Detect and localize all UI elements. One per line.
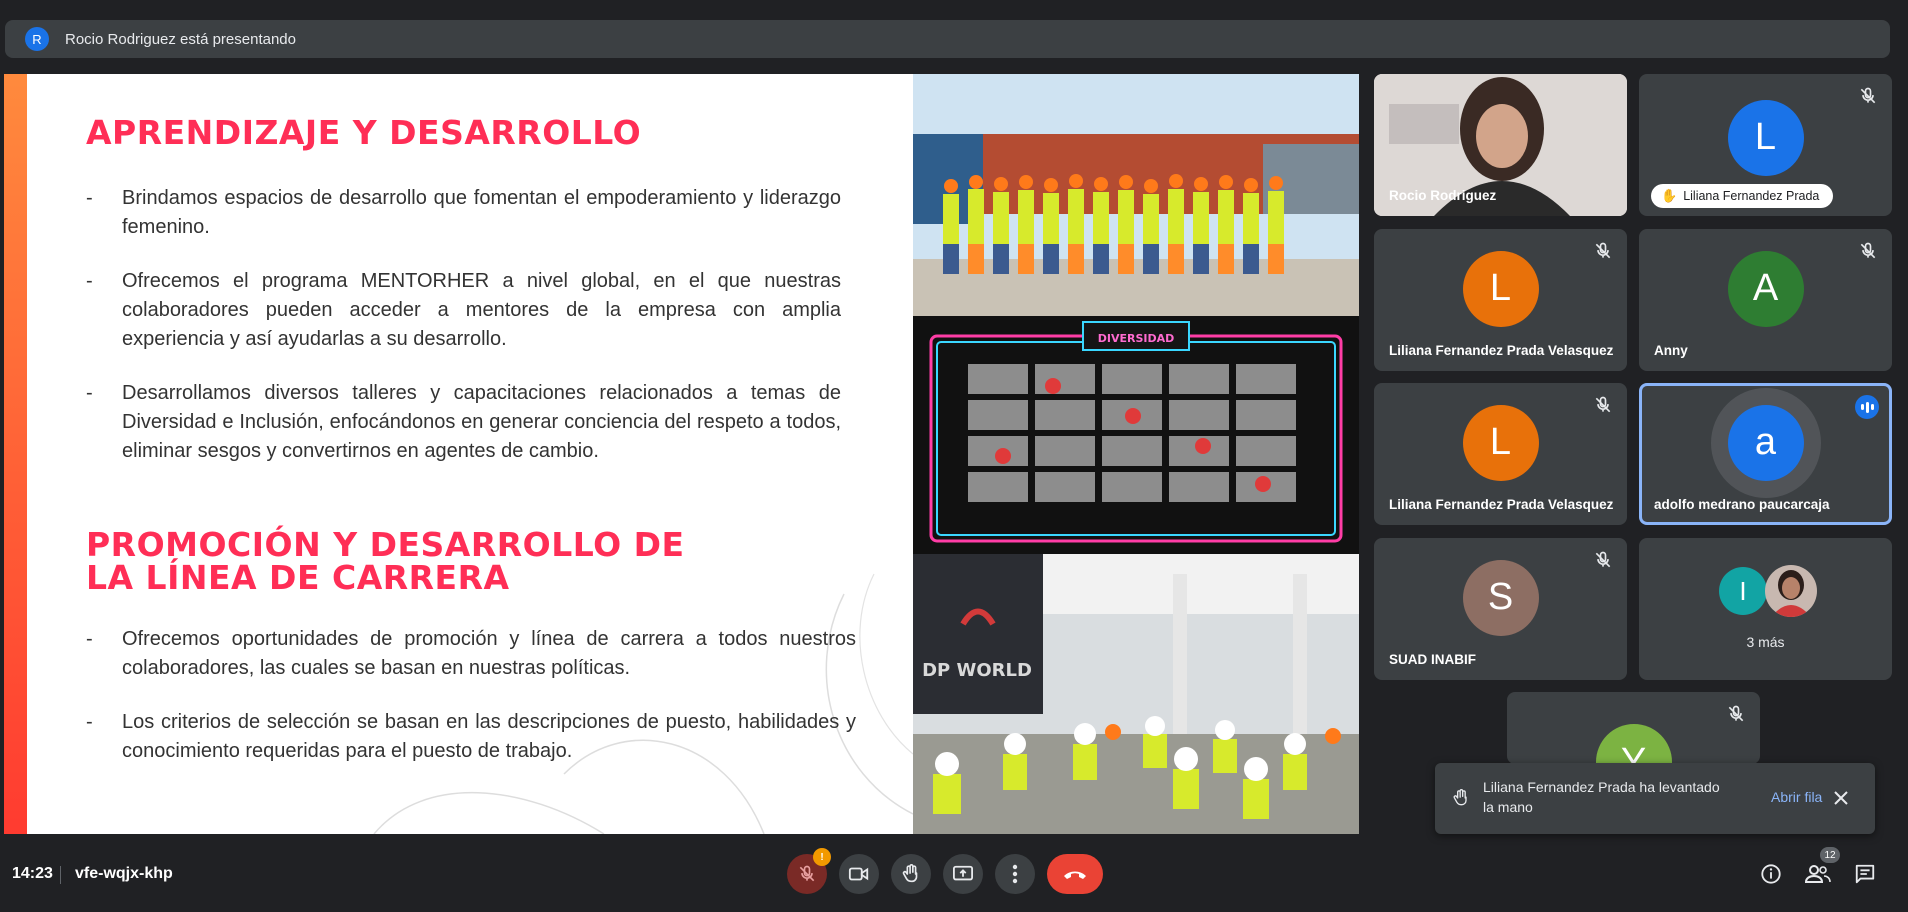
participant-name: SUAD INABIF [1389,652,1476,667]
participant-photo-small [1765,565,1817,617]
mic-off-icon [1595,242,1611,259]
participant-tile-liliana-1[interactable]: L Liliana Fernandez Prada Velasquez [1374,229,1627,371]
hand-icon: ✋ [1661,188,1678,203]
raised-hand-notification: Liliana Fernandez Prada ha levantado la … [1435,763,1875,834]
participant-avatar: Y [1595,724,1672,764]
participant-tile-liliana-raised[interactable]: L ✋ Liliana Fernandez Prada [1639,74,1892,216]
mic-off-icon [1595,551,1611,568]
mic-off-icon [1728,705,1744,722]
more-participants-label: 3 más [1746,634,1785,650]
mic-alert-badge: ! [813,848,831,866]
divider [60,866,61,884]
info-icon [1761,864,1781,884]
photo-port-workers [913,74,1359,316]
participant-name: Liliana Fernandez Prada Velasquez [1389,343,1614,358]
participant-tile-suad[interactable]: S SUAD INABIF [1374,538,1627,680]
photo-virtual-meeting: DIVERSIDAD [913,316,1359,554]
slide-heading-aprendizaje: APRENDIZAJE Y DESARROLLO [86,113,642,152]
hang-up-icon [1064,871,1086,879]
leave-call-button[interactable] [1047,854,1103,894]
slide-photo-column: DIVERSIDAD DP WORLD [913,74,1359,834]
participant-name: Anny [1654,343,1688,358]
present-screen-icon [953,865,973,881]
participant-avatar: L [1727,99,1804,176]
participant-tile-y[interactable]: Y [1507,692,1760,764]
chat-icon [1855,864,1875,884]
people-icon [1805,865,1831,883]
photo-banner-text: DIVERSIDAD [1098,332,1175,345]
bullet-item: Los criterios de selección se basan en l… [86,708,856,766]
participant-name: Rocio Rodriguez [1389,188,1497,203]
participant-name: Liliana Fernandez Prada Velasquez [1389,497,1614,512]
mic-off-icon [1860,242,1876,259]
open-queue-button[interactable]: Abrir fila [1771,789,1822,805]
camera-toggle-button[interactable] [839,854,879,894]
bullet-list-1: Brindamos espacios de desarrollo que fom… [86,184,841,491]
slide-heading-promocion-1: PROMOCIÓN Y DESARROLLO DE [86,525,685,564]
clock: 14:23 [12,865,53,882]
meeting-code: vfe-wqjx-khp [75,865,173,882]
mic-toggle-button[interactable]: ! [787,848,831,894]
participant-tile-liliana-2[interactable]: L Liliana Fernandez Prada Velasquez [1374,383,1627,525]
participant-tile-anny[interactable]: A Anny [1639,229,1892,371]
mic-off-icon [1860,87,1876,104]
close-icon [1834,791,1848,805]
bullet-item: Ofrecemos el programa MENTORHER a nivel … [86,267,841,354]
slide-heading-promocion-2: LA LÍNEA DE CARRERA [86,558,510,597]
participant-tile-adolfo[interactable]: a adolfo medrano paucarcaja [1639,383,1892,525]
raised-hand-name: Liliana Fernandez Prada [1683,189,1820,203]
presenting-banner: R Rocio Rodriguez está presentando [5,20,1890,58]
photo-outdoor-event: DP WORLD [913,554,1359,834]
participant-avatar: S [1462,559,1539,636]
bullet-item: Ofrecemos oportunidades de promoción y l… [86,625,856,683]
present-screen-button[interactable] [943,854,983,894]
meeting-details-button[interactable] [1756,859,1786,889]
chat-button[interactable] [1850,859,1880,889]
hand-icon [1453,789,1467,806]
hand-icon [902,864,918,883]
camera-icon [848,867,869,881]
close-notification-button[interactable] [1828,785,1854,811]
participant-avatar-small: I [1719,567,1767,615]
mic-off-icon [799,865,815,882]
photo-sign-text: DP WORLD [922,660,1032,681]
more-options-button[interactable] [995,854,1035,894]
presentation-slide: APRENDIZAJE Y DESARROLLO Brindamos espac… [4,74,1359,834]
participant-tile-more[interactable]: I 3 más [1639,538,1892,680]
participant-avatar: A [1727,250,1804,327]
participant-avatar: L [1462,250,1539,327]
presenting-text: Rocio Rodriguez está presentando [65,30,296,48]
notification-text: Liliana Fernandez Prada ha levantado la … [1483,779,1720,815]
presenter-avatar: R [25,27,49,51]
bullet-list-2: Ofrecemos oportunidades de promoción y l… [86,625,856,791]
speaking-indicator-icon [1855,395,1879,419]
people-count-badge: 12 [1820,847,1840,863]
bullet-item: Brindamos espacios de desarrollo que fom… [86,184,841,242]
mic-off-icon [1595,396,1611,413]
participant-name: adolfo medrano paucarcaja [1654,497,1830,512]
raise-hand-button[interactable] [891,854,931,894]
people-button[interactable]: 12 [1803,847,1840,889]
participant-tile-rocio[interactable]: Rocio Rodriguez [1374,74,1627,216]
raised-hand-chip: ✋ Liliana Fernandez Prada [1651,184,1834,208]
participant-avatar: a [1727,404,1804,481]
bullet-item: Desarrollamos diversos talleres y capaci… [86,379,841,466]
more-vert-icon [1012,864,1018,884]
participant-avatar: L [1462,404,1539,481]
